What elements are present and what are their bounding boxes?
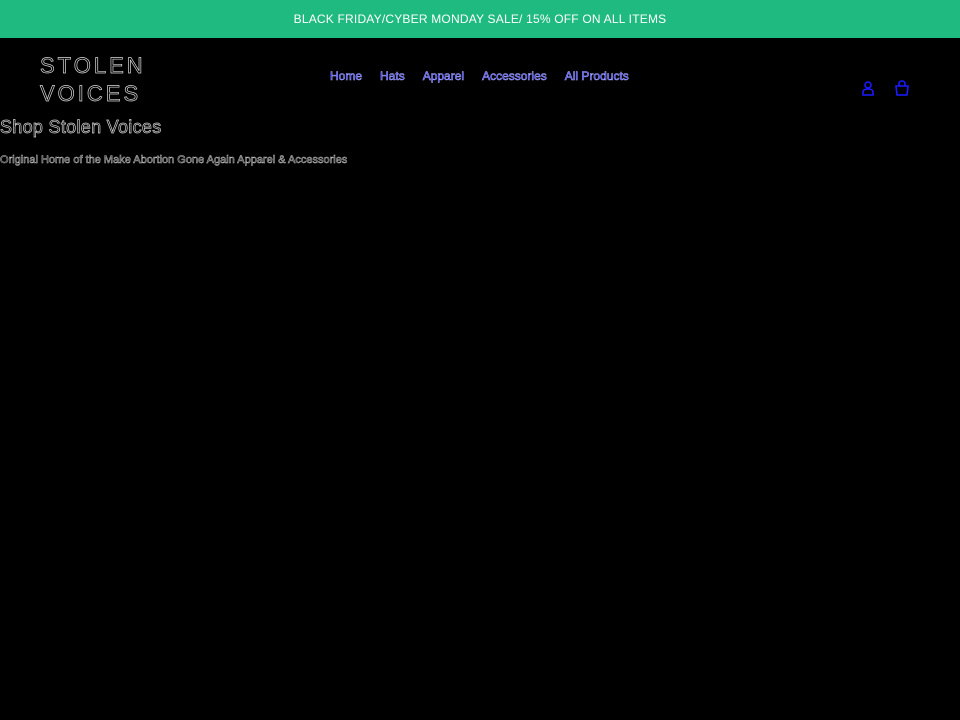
- logo-line-1: STOLEN: [40, 53, 146, 79]
- account-icon[interactable]: [860, 80, 876, 96]
- site-logo[interactable]: STOLEN VOICES: [40, 52, 150, 108]
- main-nav: Home Hats Apparel Accessories All Produc…: [330, 69, 630, 84]
- logo-line-2: VOICES: [40, 81, 142, 107]
- header-icons: [860, 80, 910, 96]
- page-subtitle: Original Home of the Make Abortion Gone …: [0, 154, 348, 167]
- nav-all-products[interactable]: All Products: [565, 69, 630, 84]
- nav-home[interactable]: Home: [330, 69, 363, 84]
- nav-accessories[interactable]: Accessories: [482, 69, 547, 84]
- page-title: Shop Stolen Voices: [0, 117, 162, 138]
- site-header: STOLEN VOICES Home Hats Apparel Accessor…: [0, 38, 960, 118]
- announcement-text: BLACK FRIDAY/CYBER MONDAY SALE/ 15% OFF …: [293, 12, 667, 26]
- announcement-bar: BLACK FRIDAY/CYBER MONDAY SALE/ 15% OFF …: [0, 0, 960, 38]
- nav-apparel[interactable]: Apparel: [422, 69, 464, 84]
- cart-icon[interactable]: [894, 80, 910, 96]
- nav-hats[interactable]: Hats: [380, 69, 405, 84]
